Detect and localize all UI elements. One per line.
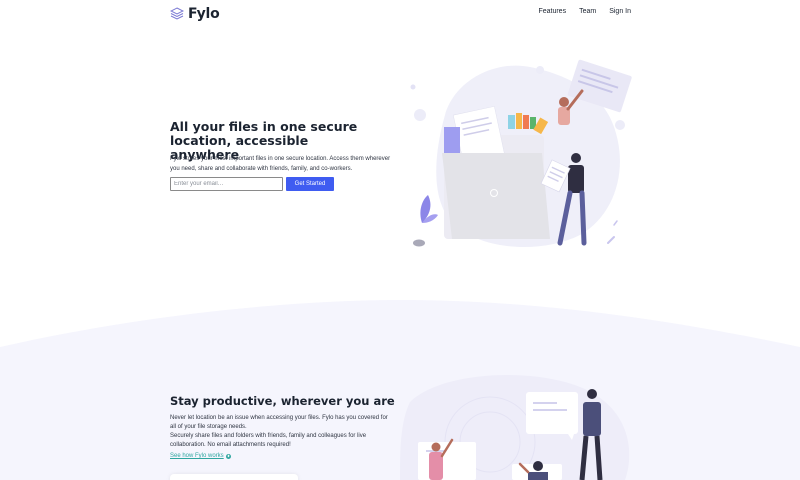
nav-sign-in-link[interactable]: Sign In xyxy=(609,8,631,15)
see-how-fylo-works-link[interactable]: See how Fylo works xyxy=(170,453,231,459)
email-input[interactable] xyxy=(170,177,283,191)
logo[interactable]: Fylo xyxy=(170,6,220,22)
hero-description: Fylo stores your most important files in… xyxy=(170,156,391,172)
productive-illustration xyxy=(400,375,630,480)
testimonial-card xyxy=(170,474,298,480)
logo-icon xyxy=(170,7,184,20)
productive-title: Stay productive, wherever you are xyxy=(170,394,395,408)
see-how-link-text: See how Fylo works xyxy=(170,453,224,459)
nav-features-link[interactable]: Features xyxy=(538,8,566,15)
site-header: Fylo Features Team Sign In xyxy=(0,0,800,28)
productive-paragraph: Securely share files and folders with fr… xyxy=(170,433,367,448)
productive-paragraph: Never let location be an issue when acce… xyxy=(170,415,388,430)
hero-illustration xyxy=(410,59,632,248)
logo-text: Fylo xyxy=(188,6,220,22)
main-nav: Features Team Sign In xyxy=(538,8,631,15)
nav-team-link[interactable]: Team xyxy=(579,8,596,15)
get-started-button[interactable]: Get Started xyxy=(286,177,334,191)
signup-form: Get Started xyxy=(170,177,334,191)
arrow-right-circle-icon xyxy=(225,453,231,459)
